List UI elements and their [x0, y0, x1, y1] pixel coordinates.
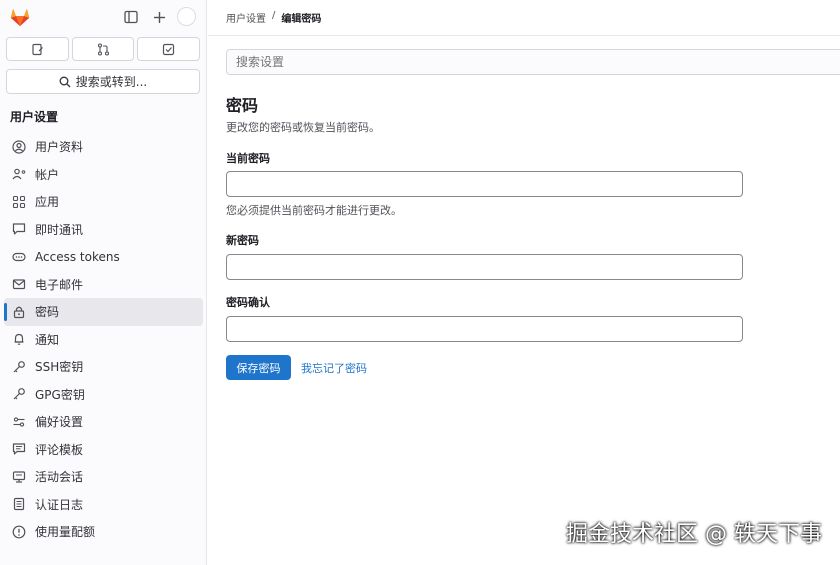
sidebar-item[interactable]: 即时通讯: [4, 216, 203, 244]
current-password-label: 当前密码: [226, 152, 270, 165]
apps-grid-icon: [12, 195, 26, 209]
monitor-icon: [12, 470, 26, 484]
sidebar-item[interactable]: 认证日志: [4, 491, 203, 519]
sidebar-item-label: 密码: [35, 305, 60, 320]
merge-requests-button[interactable]: [71, 37, 135, 61]
user-gear-icon: [12, 167, 26, 181]
sidebar-item[interactable]: SSH密钥: [4, 353, 203, 381]
todo-button[interactable]: [137, 37, 201, 61]
sidebar-item-label: 电子邮件: [35, 277, 84, 292]
sidebar-title: 用户设置: [10, 110, 59, 124]
breadcrumb: 用户设置 / 编辑密码: [226, 10, 321, 25]
new-password-field[interactable]: [226, 254, 743, 280]
search-or-goto-button[interactable]: 搜索或转到...: [6, 69, 200, 94]
create-new-icon[interactable]: [150, 8, 168, 26]
current-password-help: 您必须提供当前密码才能进行更改。: [226, 204, 402, 217]
key-icon: [12, 387, 26, 401]
quota-icon: [12, 525, 26, 539]
sidebar-item[interactable]: 偏好设置: [4, 408, 203, 436]
header-divider: [208, 35, 840, 36]
sidebar-item-label: 活动会话: [35, 470, 84, 485]
sidebar-item-label: GPG密钥: [35, 387, 85, 402]
user-avatar[interactable]: [177, 7, 196, 26]
issues-icon: [32, 43, 43, 55]
search-icon: [59, 76, 71, 87]
sidebar-item[interactable]: 使用量配额: [4, 518, 203, 546]
breadcrumb-parent[interactable]: 用户设置: [226, 10, 266, 25]
new-password-label: 新密码: [226, 234, 259, 247]
sidebar-item-label: 帐户: [35, 167, 60, 182]
save-password-button[interactable]: 保存密码: [226, 355, 291, 380]
sidebar-item[interactable]: 密码: [4, 298, 203, 326]
user-circle-icon: [12, 140, 26, 154]
sidebar-item[interactable]: GPG密钥: [4, 381, 203, 409]
page-title: 密码: [226, 96, 259, 115]
forgot-password-link[interactable]: 我忘记了密码: [301, 360, 367, 376]
confirm-password-field[interactable]: [226, 316, 743, 342]
todo-icon: [163, 43, 175, 55]
sidebar-item-label: SSH密钥: [35, 360, 84, 375]
sidebar-item[interactable]: Access tokens: [4, 243, 203, 271]
token-icon: [12, 250, 26, 264]
preferences-icon: [12, 415, 26, 429]
sidebar-item-label: 使用量配额: [35, 525, 96, 540]
sidebar-item-label: 用户资料: [35, 140, 84, 155]
sidebar-item[interactable]: 评论模板: [4, 436, 203, 464]
sidebar-item-label: Access tokens: [35, 249, 120, 264]
sidebar-item-label: 评论模板: [35, 442, 84, 457]
main-content: 用户设置 / 编辑密码 密码 更改您的密码或恢复当前密码。 当前密码 您必须提供…: [208, 0, 840, 565]
sidebar-item-label: 偏好设置: [35, 415, 84, 430]
search-settings-input[interactable]: [226, 49, 840, 75]
comment-template-icon: [12, 442, 26, 456]
page-description: 更改您的密码或恢复当前密码。: [226, 121, 380, 134]
merge-request-icon: [97, 42, 109, 56]
sidebar-item[interactable]: 帐户: [4, 161, 203, 189]
sidebar-item-label: 认证日志: [35, 497, 84, 512]
sidebar-item[interactable]: 应用: [4, 188, 203, 216]
gitlab-logo-icon[interactable]: [9, 6, 31, 28]
breadcrumb-current: 编辑密码: [281, 14, 322, 25]
key-icon: [12, 360, 26, 374]
confirm-password-label: 密码确认: [226, 296, 270, 309]
search-button-label: 搜索或转到...: [75, 75, 148, 89]
current-password-field[interactable]: [226, 171, 743, 197]
issues-button[interactable]: [6, 37, 69, 61]
sidebar: 搜索或转到... 用户设置 用户资料帐户应用即时通讯 Access tokens 电…: [0, 0, 207, 565]
sidebar-top-bar: [0, 0, 207, 34]
sidebar-item[interactable]: 用户资料: [4, 133, 203, 161]
breadcrumb-separator: /: [272, 10, 276, 21]
sidebar-item-label: 即时通讯: [35, 222, 84, 237]
quick-actions: [6, 37, 201, 61]
lock-icon: [12, 305, 26, 319]
bell-icon: [12, 332, 26, 346]
sidebar-item-label: 应用: [35, 195, 60, 210]
sidebar-item[interactable]: 电子邮件: [4, 271, 203, 299]
sidebar-item[interactable]: 通知: [4, 326, 203, 354]
envelope-icon: [12, 277, 26, 291]
sidebar-toggle-icon[interactable]: [122, 8, 140, 26]
sidebar-item-label: 通知: [35, 332, 60, 347]
watermark: 掘金技术社区 @ 轶天下事: [566, 522, 822, 547]
chat-bubble-icon: [12, 222, 26, 236]
sidebar-item[interactable]: 活动会话: [4, 463, 203, 491]
sidebar-nav: 用户资料帐户应用即时通讯 Access tokens 电子邮件密码通知 SSH密钥 GP…: [4, 133, 203, 546]
log-icon: [12, 497, 26, 511]
